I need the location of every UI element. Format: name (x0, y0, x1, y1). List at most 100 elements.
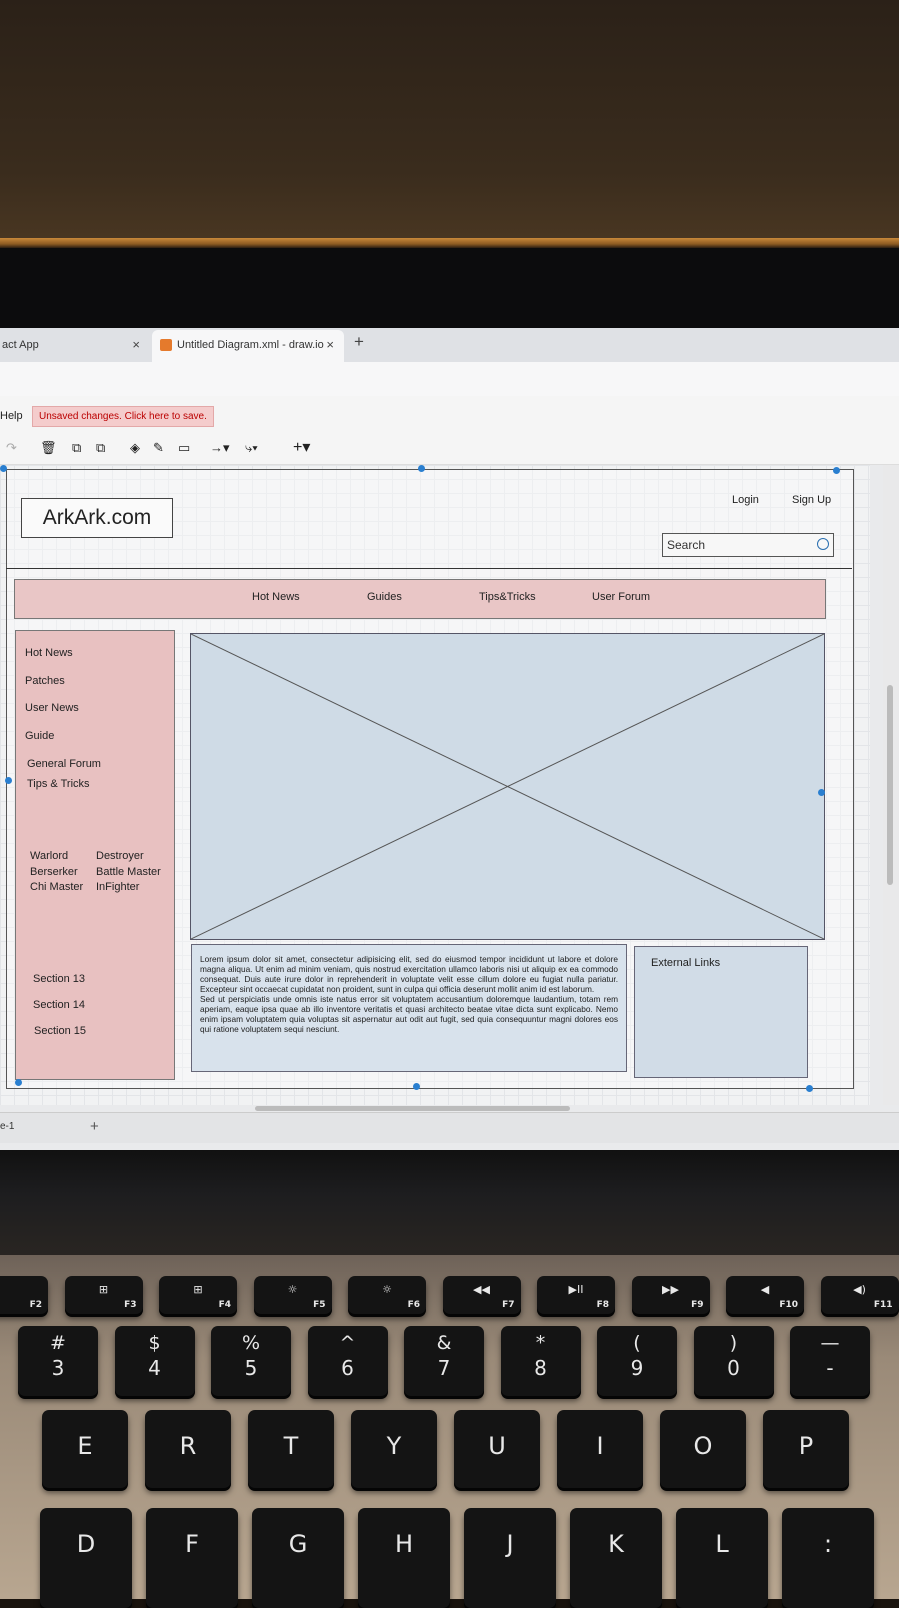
sidebar-section-13[interactable]: Section 13 (33, 973, 85, 985)
key-o[interactable]: O (660, 1410, 746, 1488)
selection-handle[interactable] (413, 1083, 420, 1090)
key-home-row[interactable]: K (570, 1508, 662, 1608)
nav-tips-tricks[interactable]: Tips&Tricks (479, 591, 536, 603)
key-u[interactable]: U (454, 1410, 540, 1488)
sidebar-item-hot-news[interactable]: Hot News (25, 647, 73, 659)
top-nav-bar[interactable]: Hot News Guides Tips&Tricks User Forum (14, 579, 826, 619)
login-link[interactable]: Login (732, 494, 759, 506)
key-f6[interactable]: ☼ F6 (348, 1276, 426, 1314)
add-page-button[interactable]: + (90, 1118, 99, 1135)
new-tab-button[interactable]: + (354, 332, 364, 352)
external-links-box[interactable]: External Links (634, 946, 808, 1078)
nav-guides[interactable]: Guides (367, 591, 402, 603)
key-e[interactable]: E (42, 1410, 128, 1488)
key-home-row[interactable]: L (676, 1508, 768, 1608)
sidebar-item-patches[interactable]: Patches (25, 675, 65, 687)
browser-tab-active[interactable]: Untitled Diagram.xml - draw.io × (152, 330, 344, 362)
key-home-row[interactable]: H (358, 1508, 450, 1608)
selection-handle[interactable] (806, 1085, 813, 1092)
key-f8[interactable]: ▶II F8 (537, 1276, 615, 1314)
key-f4[interactable]: ⊞ F4 (159, 1276, 237, 1314)
key-3[interactable]: #3 (18, 1326, 98, 1396)
sidebar[interactable]: Hot News Patches User News Guide General… (15, 630, 175, 1080)
class-link[interactable]: InFighter (96, 881, 139, 893)
selection-handle[interactable] (5, 777, 12, 784)
key-f2[interactable]: F2 (0, 1276, 48, 1314)
browser-tab[interactable]: act App × (0, 330, 150, 362)
key-label: 6 (341, 1356, 354, 1380)
sidebar-section-15[interactable]: Section 15 (34, 1025, 86, 1037)
key-t[interactable]: T (248, 1410, 334, 1488)
class-link[interactable]: Battle Master (96, 866, 161, 878)
vertical-scroll-thumb[interactable] (887, 685, 893, 885)
hero-image-placeholder[interactable] (190, 633, 825, 940)
key-i[interactable]: I (557, 1410, 643, 1488)
menu-help[interactable]: Help (0, 410, 23, 422)
vertical-scrollbar[interactable] (883, 465, 899, 1105)
key-r[interactable]: R (145, 1410, 231, 1488)
horizontal-scroll-thumb[interactable] (255, 1106, 570, 1111)
key-label: 7 (437, 1356, 451, 1380)
page-tab[interactable]: e-1 (0, 1121, 14, 1132)
to-back-icon[interactable]: ⧉ (96, 440, 105, 456)
key-label: R (179, 1432, 197, 1460)
key-p[interactable]: P (763, 1410, 849, 1488)
selection-handle[interactable] (833, 467, 840, 474)
class-link[interactable]: Warlord (30, 850, 68, 862)
close-tab-icon[interactable]: × (326, 330, 334, 360)
key--[interactable]: — - (790, 1326, 870, 1396)
sidebar-item-guide[interactable]: Guide (25, 730, 54, 742)
key-home-row[interactable]: G (252, 1508, 344, 1608)
class-link[interactable]: Berserker (30, 866, 78, 878)
shadow-icon[interactable]: ▭ (178, 440, 190, 456)
site-logo[interactable]: ArkArk.com (21, 498, 173, 538)
selection-handle[interactable] (818, 789, 825, 796)
sidebar-item-tips-tricks[interactable]: Tips & Tricks (27, 778, 90, 790)
sidebar-section-14[interactable]: Section 14 (33, 999, 85, 1011)
delete-icon[interactable]: 🗑 (40, 440, 57, 456)
diagram-canvas[interactable]: ArkArk.com Login Sign Up Search Hot News… (0, 465, 870, 1105)
key-f7[interactable]: ◀◀ F7 (442, 1276, 521, 1314)
key-f9[interactable]: ▶▶ F9 (631, 1276, 710, 1314)
key-home-row[interactable]: J (464, 1508, 556, 1608)
key-f11[interactable]: ◀) F11 (820, 1276, 899, 1314)
waypoints-icon[interactable]: ⤷▾ (245, 440, 258, 456)
selection-handle[interactable] (418, 465, 425, 472)
close-tab-icon[interactable]: × (132, 330, 140, 360)
nav-user-forum[interactable]: User Forum (592, 591, 650, 603)
key-9[interactable]: (9 (597, 1326, 677, 1396)
signup-link[interactable]: Sign Up (792, 494, 831, 506)
key-y[interactable]: Y (351, 1410, 437, 1488)
key-f5[interactable]: ☼ F5 (253, 1276, 332, 1314)
class-link[interactable]: Destroyer (96, 850, 144, 862)
key-label: 3 (51, 1356, 65, 1380)
connection-icon[interactable]: →▾ (210, 440, 230, 456)
sidebar-item-general-forum[interactable]: General Forum (27, 758, 101, 770)
key-home-row[interactable]: : (782, 1508, 874, 1608)
sidebar-item-user-news[interactable]: User News (25, 702, 79, 714)
redo-icon[interactable]: ↷ (6, 440, 17, 456)
key-label: F7 (502, 1300, 515, 1310)
fill-color-icon[interactable]: ◈ (130, 440, 140, 456)
key-home-row[interactable]: D (40, 1508, 132, 1608)
key-label: 0 (727, 1356, 740, 1380)
key-6[interactable]: ^ 6 (307, 1326, 388, 1396)
to-front-icon[interactable]: ⧉ (72, 440, 81, 456)
nav-hot-news[interactable]: Hot News (252, 591, 300, 603)
line-color-icon[interactable]: ✎ (153, 440, 164, 456)
key-f10[interactable]: ◀ F10 (726, 1276, 804, 1314)
key-7[interactable]: & 7 (404, 1326, 484, 1396)
key-0[interactable]: ) 0 (693, 1326, 774, 1396)
lorem-text-block[interactable]: Lorem ipsum dolor sit amet, consectetur … (191, 944, 627, 1072)
class-link[interactable]: Chi Master (30, 881, 83, 893)
search-input[interactable]: Search (662, 533, 834, 557)
unsaved-changes-notice[interactable]: Unsaved changes. Click here to save. (32, 406, 214, 427)
key-f3[interactable]: ⊞ F3 (64, 1276, 143, 1314)
key-4[interactable]: $4 (114, 1326, 195, 1396)
selection-handle[interactable] (0, 465, 7, 472)
key-home-row[interactable]: F (146, 1508, 238, 1608)
selection-handle[interactable] (15, 1079, 22, 1086)
key-5[interactable]: % 5 (211, 1326, 291, 1396)
insert-icon[interactable]: +▾ (293, 437, 310, 457)
key-8[interactable]: * 8 (500, 1326, 581, 1396)
